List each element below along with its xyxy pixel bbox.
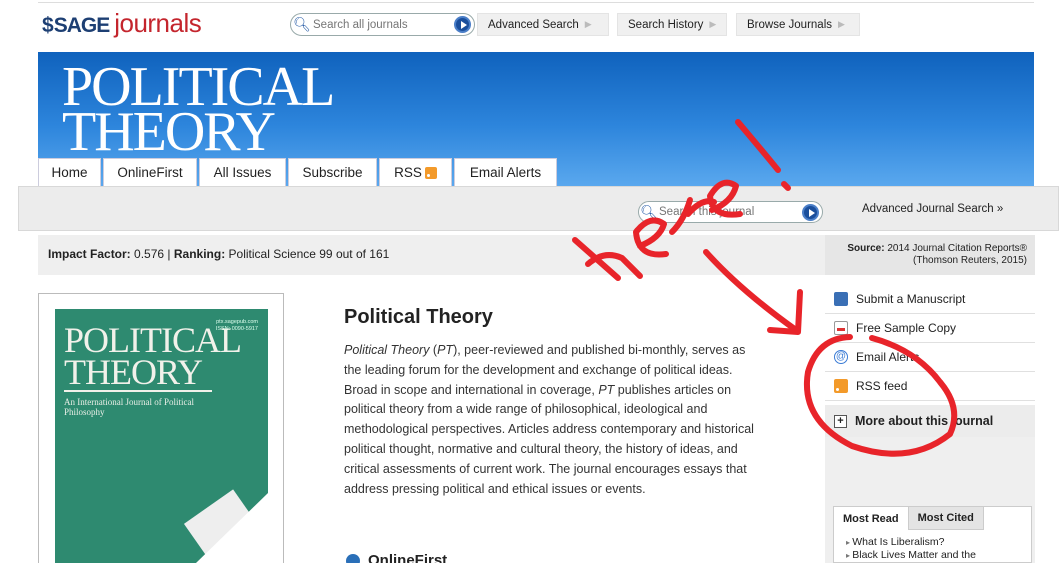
email-icon: @ (834, 350, 848, 364)
tab-label: All Issues (213, 165, 272, 180)
arrow-right-icon: ▶ (838, 19, 845, 29)
rss-icon (424, 166, 437, 179)
impact-text: Impact Factor: 0.576 | Ranking: Politica… (48, 247, 390, 261)
sidebar-item-label: Email Alerts (856, 350, 920, 364)
sidebar-item-email-alerts[interactable]: @ Email Alerts (825, 343, 1035, 372)
logo-journals-text: journals (114, 8, 202, 38)
journal-nav-tabs: Home OnlineFirst All Issues Subscribe RS… (38, 158, 559, 186)
tab-email-alerts[interactable]: Email Alerts (454, 158, 557, 186)
annotation-arrow-head (767, 289, 803, 335)
arrow-right-icon: ▶ (709, 19, 717, 29)
desc-em-3: PT (598, 382, 615, 397)
source-value: 2014 Journal Citation Reports® (887, 243, 1027, 254)
desc-text-2: publishes articles on political theory f… (344, 382, 754, 496)
page-curl (196, 493, 268, 563)
tab-label: Email Alerts (469, 165, 542, 180)
more-about-label: More about this journal (855, 414, 994, 428)
tab-home[interactable]: Home (38, 158, 101, 186)
logo-sage-text: SAGE (53, 14, 111, 37)
journal-cover-image[interactable]: POLITICAL THEORY ptx.sagepub.com ISSN: 0… (55, 309, 268, 563)
search-this-journal-input[interactable] (659, 206, 789, 218)
sage-s-mark: $ (42, 14, 54, 37)
pdf-icon (834, 321, 848, 335)
browse-journals-link[interactable]: Browse Journals ▶ (736, 13, 860, 36)
search-icon: 🔍︎ (293, 16, 311, 32)
browse-journals-label: Browse Journals (747, 18, 833, 31)
cover-rule (64, 390, 212, 392)
advanced-search-label: Advanced Search (488, 18, 579, 31)
sidebar-item-free-sample[interactable]: Free Sample Copy (825, 314, 1035, 343)
desc-em-1: Political Theory (344, 343, 430, 357)
arrow-right-icon: ▶ (584, 19, 592, 29)
tab-onlinefirst[interactable]: OnlineFirst (103, 158, 197, 186)
search-history-link[interactable]: Search History ▶ (617, 13, 727, 36)
sidebar-item-label: Free Sample Copy (856, 321, 957, 335)
search-icon: 🔍︎ (640, 203, 658, 220)
most-read-list: What Is Liberalism? Black Lives Matter a… (834, 530, 1031, 562)
tab-label: OnlineFirst (117, 165, 183, 180)
tab-label: Home (51, 165, 88, 180)
desc-paren-open: ( (429, 343, 438, 357)
ranking-value: Political Science 99 out of 161 (228, 247, 390, 261)
tab-all-issues[interactable]: All Issues (199, 158, 286, 186)
ranking-label: Ranking: (173, 247, 226, 261)
sidebar-item-label: RSS feed (856, 379, 908, 393)
impact-source: Source: 2014 Journal Citation Reports® (… (825, 235, 1035, 275)
search-all-journals[interactable]: 🔍︎ (290, 13, 475, 36)
journal-description: Political Theory (PT), peer-reviewed and… (344, 341, 764, 499)
tab-most-read[interactable]: Most Read (834, 507, 909, 530)
list-item[interactable]: Black Lives Matter and the (846, 549, 1031, 562)
rss-icon (834, 379, 848, 393)
cover-url: ptx.sagepub.com ISSN: 0090-5917 (216, 319, 258, 333)
submit-icon (834, 292, 848, 306)
most-read-tabs: Most Read Most Cited (834, 507, 1031, 530)
more-about-journal-button[interactable]: + More about this journal (825, 405, 1035, 437)
top-rule (38, 2, 1034, 3)
tab-label: RSS (394, 165, 422, 180)
most-read-box: Most Read Most Cited What Is Liberalism?… (833, 506, 1032, 563)
source-value-2: (Thomson Reuters, 2015) (913, 255, 1027, 266)
search-go-button[interactable] (454, 16, 471, 33)
sidebar-item-label: Submit a Manuscript (856, 292, 966, 306)
cover-url-line2: ISSN: 0090-5917 (215, 326, 258, 332)
tab-label: Subscribe (302, 165, 363, 180)
list-item[interactable]: What Is Liberalism? (846, 536, 1031, 549)
cover-subtitle: An International Journal of Political Ph… (64, 397, 194, 417)
tab-subscribe[interactable]: Subscribe (288, 158, 377, 186)
sidebar-item-rss-feed[interactable]: RSS feed (825, 372, 1035, 401)
cover-url-line1: ptx.sagepub.com (216, 319, 258, 325)
desc-em-2: PT (437, 343, 454, 357)
onlinefirst-icon (346, 553, 360, 563)
onlinefirst-heading[interactable]: OnlineFirst (346, 552, 447, 563)
onlinefirst-label: OnlineFirst (368, 552, 448, 563)
search-history-label: Search History (628, 18, 704, 31)
impact-factor-value: 0.576 (134, 247, 165, 261)
search-this-journal[interactable]: 🔍︎ (638, 201, 823, 223)
advanced-journal-search-link[interactable]: Advanced Journal Search » (862, 203, 1003, 215)
sage-journals-logo[interactable]: $ SAGE journals (42, 8, 202, 38)
impact-factor-label: Impact Factor: (48, 247, 131, 261)
search-all-journals-input[interactable] (313, 18, 443, 31)
tab-most-cited[interactable]: Most Cited (908, 507, 984, 530)
banner-title-line2: THEORY (62, 101, 276, 163)
advanced-search-link[interactable]: Advanced Search ▶ (477, 13, 609, 36)
tab-rss[interactable]: RSS (379, 158, 452, 186)
cover-title-line2: THEORY (64, 352, 203, 392)
source-label: Source: (847, 243, 885, 254)
top-bar: $ SAGE journals 🔍︎ Advanced Search ▶ Sear… (0, 0, 1059, 46)
sidebar-item-submit[interactable]: Submit a Manuscript (825, 285, 1035, 314)
journal-title: Political Theory (344, 306, 493, 328)
sidebar-links: Submit a Manuscript Free Sample Copy @ E… (825, 285, 1035, 437)
plus-icon: + (834, 414, 847, 428)
journal-search-go-button[interactable] (802, 204, 819, 221)
